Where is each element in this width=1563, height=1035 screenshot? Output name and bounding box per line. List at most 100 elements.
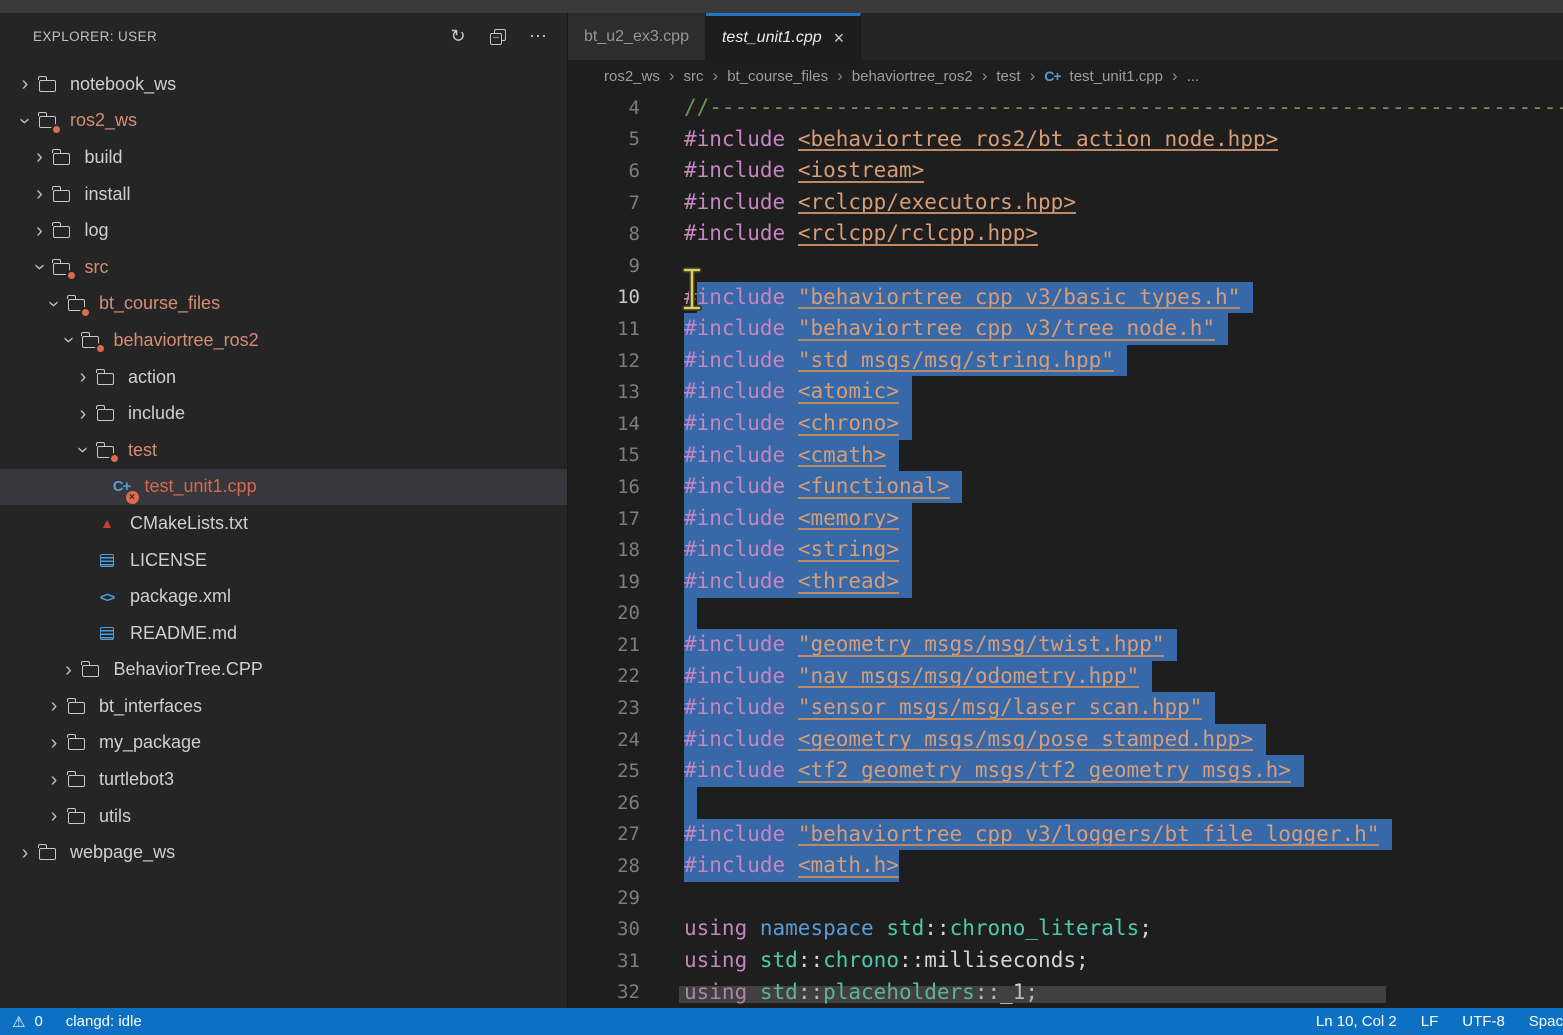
tree-item-turtlebot3[interactable]: ›turtlebot3: [0, 761, 567, 798]
tree-item-my_package[interactable]: ›my_package: [0, 725, 567, 762]
tree-item-LICENSE[interactable]: LICENSE: [0, 542, 567, 579]
breadcrumb-item-...[interactable]: ...: [1187, 68, 1200, 85]
code-line-12[interactable]: 12#include "std_msgs/msg/string.hpp": [568, 345, 1563, 377]
code-line-5[interactable]: 5#include <behaviortree_ros2/bt_action_n…: [568, 124, 1563, 156]
code-editor[interactable]: 4//-------------------------------------…: [568, 92, 1563, 1008]
breadcrumb-item-src[interactable]: src: [684, 68, 704, 85]
code-line-25[interactable]: 25#include <tf2_geometry_msgs/tf2_geomet…: [568, 755, 1563, 787]
code-line-30[interactable]: 30using namespace std::chrono_literals;: [568, 913, 1563, 945]
tab-bt_u2_ex3.cpp[interactable]: bt_u2_ex3.cpp: [568, 13, 706, 60]
cursor-position[interactable]: Ln 10, Col 2: [1316, 1013, 1397, 1030]
chevron-right-icon[interactable]: ›: [43, 770, 65, 790]
chevron-right-icon[interactable]: ›: [72, 404, 94, 424]
warning-icon[interactable]: ⚠: [12, 1013, 25, 1031]
line-number[interactable]: 30: [568, 918, 640, 940]
chevron-right-icon[interactable]: ›: [43, 806, 65, 826]
refresh-icon[interactable]: ↻: [445, 24, 471, 50]
tree-item-install[interactable]: ›install: [0, 176, 567, 213]
tree-item-utils[interactable]: ›utils: [0, 798, 567, 835]
line-number[interactable]: 8: [568, 223, 640, 245]
line-number[interactable]: 12: [568, 350, 640, 372]
code-line-18[interactable]: 18#include <string>: [568, 534, 1563, 566]
chevron-right-icon[interactable]: ›: [14, 843, 36, 863]
line-number[interactable]: 16: [568, 476, 640, 498]
tree-item-src[interactable]: ›src: [0, 249, 567, 286]
tree-item-include[interactable]: ›include: [0, 395, 567, 432]
chevron-right-icon[interactable]: ›: [58, 660, 80, 680]
line-number[interactable]: 26: [568, 792, 640, 814]
code-line-9[interactable]: 9: [568, 250, 1563, 282]
tree-item-CMakeLists.txt[interactable]: ▲CMakeLists.txt: [0, 505, 567, 542]
code-line-11[interactable]: 11#include "behaviortree_cpp_v3/tree_nod…: [568, 313, 1563, 345]
chevron-right-icon[interactable]: ›: [29, 221, 51, 241]
collapse-folders-icon[interactable]: [485, 24, 511, 50]
code-line-22[interactable]: 22#include "nav_msgs/msg/odometry.hpp": [568, 661, 1563, 693]
tree-item-log[interactable]: ›log: [0, 212, 567, 249]
code-line-6[interactable]: 6#include <iostream>: [568, 155, 1563, 187]
line-number[interactable]: 14: [568, 413, 640, 435]
line-number[interactable]: 15: [568, 444, 640, 466]
line-number[interactable]: 19: [568, 571, 640, 593]
code-line-20[interactable]: 20: [568, 598, 1563, 630]
code-line-26[interactable]: 26: [568, 787, 1563, 819]
chevron-down-icon[interactable]: ›: [44, 293, 64, 315]
chevron-right-icon[interactable]: ›: [29, 147, 51, 167]
line-number[interactable]: 22: [568, 665, 640, 687]
tree-item-action[interactable]: ›action: [0, 359, 567, 396]
code-line-24[interactable]: 24#include <geometry_msgs/msg/pose_stamp…: [568, 724, 1563, 756]
code-line-21[interactable]: 21#include "geometry_msgs/msg/twist.hpp": [568, 629, 1563, 661]
code-line-8[interactable]: 8#include <rclcpp/rclcpp.hpp>: [568, 218, 1563, 250]
line-number[interactable]: 24: [568, 729, 640, 751]
line-number[interactable]: 17: [568, 508, 640, 530]
more-actions-icon[interactable]: ⋯: [525, 24, 551, 50]
line-number[interactable]: 32: [568, 981, 640, 1003]
tab-test_unit1.cpp[interactable]: test_unit1.cpp×: [706, 13, 861, 60]
eol-indicator[interactable]: LF: [1421, 1013, 1439, 1030]
chevron-down-icon[interactable]: ›: [59, 329, 79, 351]
breadcrumb-item-behaviortree_ros2[interactable]: behaviortree_ros2: [852, 68, 973, 85]
tree-item-behaviortree_ros2[interactable]: ›behaviortree_ros2: [0, 322, 567, 359]
line-number[interactable]: 10: [568, 286, 640, 308]
chevron-down-icon[interactable]: ›: [15, 110, 35, 132]
tree-item-webpage_ws[interactable]: ›webpage_ws: [0, 834, 567, 871]
breadcrumb-item-test_unit1.cpp[interactable]: test_unit1.cpp: [1070, 68, 1163, 85]
tree-item-README.md[interactable]: README.md: [0, 615, 567, 652]
tree-item-BehaviorTree.CPP[interactable]: ›BehaviorTree.CPP: [0, 652, 567, 689]
code-line-19[interactable]: 19#include <thread>: [568, 566, 1563, 598]
line-number[interactable]: 20: [568, 602, 640, 624]
line-number[interactable]: 23: [568, 697, 640, 719]
chevron-right-icon[interactable]: ›: [43, 696, 65, 716]
indent-indicator[interactable]: Spac: [1529, 1013, 1563, 1030]
tree-item-bt_course_files[interactable]: ›bt_course_files: [0, 286, 567, 323]
line-number[interactable]: 28: [568, 855, 640, 877]
encoding-indicator[interactable]: UTF-8: [1462, 1013, 1505, 1030]
code-line-28[interactable]: 28#include <math.h>: [568, 850, 1563, 882]
breadcrumb-item-bt_course_files[interactable]: bt_course_files: [727, 68, 828, 85]
tree-item-build[interactable]: ›build: [0, 139, 567, 176]
line-number[interactable]: 18: [568, 539, 640, 561]
line-number[interactable]: 31: [568, 950, 640, 972]
breadcrumb-item-ros2_ws[interactable]: ros2_ws: [604, 68, 660, 85]
code-line-27[interactable]: 27#include "behaviortree_cpp_v3/loggers/…: [568, 819, 1563, 851]
line-number[interactable]: 13: [568, 381, 640, 403]
close-icon[interactable]: ×: [834, 28, 845, 49]
chevron-right-icon[interactable]: ›: [43, 733, 65, 753]
tree-item-test[interactable]: ›test: [0, 432, 567, 469]
code-line-14[interactable]: 14#include <chrono>: [568, 408, 1563, 440]
code-line-4[interactable]: 4//-------------------------------------…: [568, 92, 1563, 124]
tree-item-package.xml[interactable]: <>package.xml: [0, 578, 567, 615]
chevron-right-icon[interactable]: ›: [72, 367, 94, 387]
warning-count[interactable]: 0: [34, 1013, 42, 1030]
breadcrumb-item-test[interactable]: test: [996, 68, 1020, 85]
chevron-right-icon[interactable]: ›: [29, 184, 51, 204]
tree-item-notebook_ws[interactable]: ›notebook_ws: [0, 66, 567, 103]
tree-item-bt_interfaces[interactable]: ›bt_interfaces: [0, 688, 567, 725]
code-line-29[interactable]: 29: [568, 882, 1563, 914]
line-number[interactable]: 29: [568, 887, 640, 909]
horizontal-scrollbar[interactable]: [679, 986, 1386, 1003]
lsp-status[interactable]: clangd: idle: [66, 1013, 142, 1030]
line-number[interactable]: 5: [568, 128, 640, 150]
code-line-23[interactable]: 23#include "sensor_msgs/msg/laser_scan.h…: [568, 692, 1563, 724]
line-number[interactable]: 9: [568, 255, 640, 277]
line-number[interactable]: 4: [568, 97, 640, 119]
